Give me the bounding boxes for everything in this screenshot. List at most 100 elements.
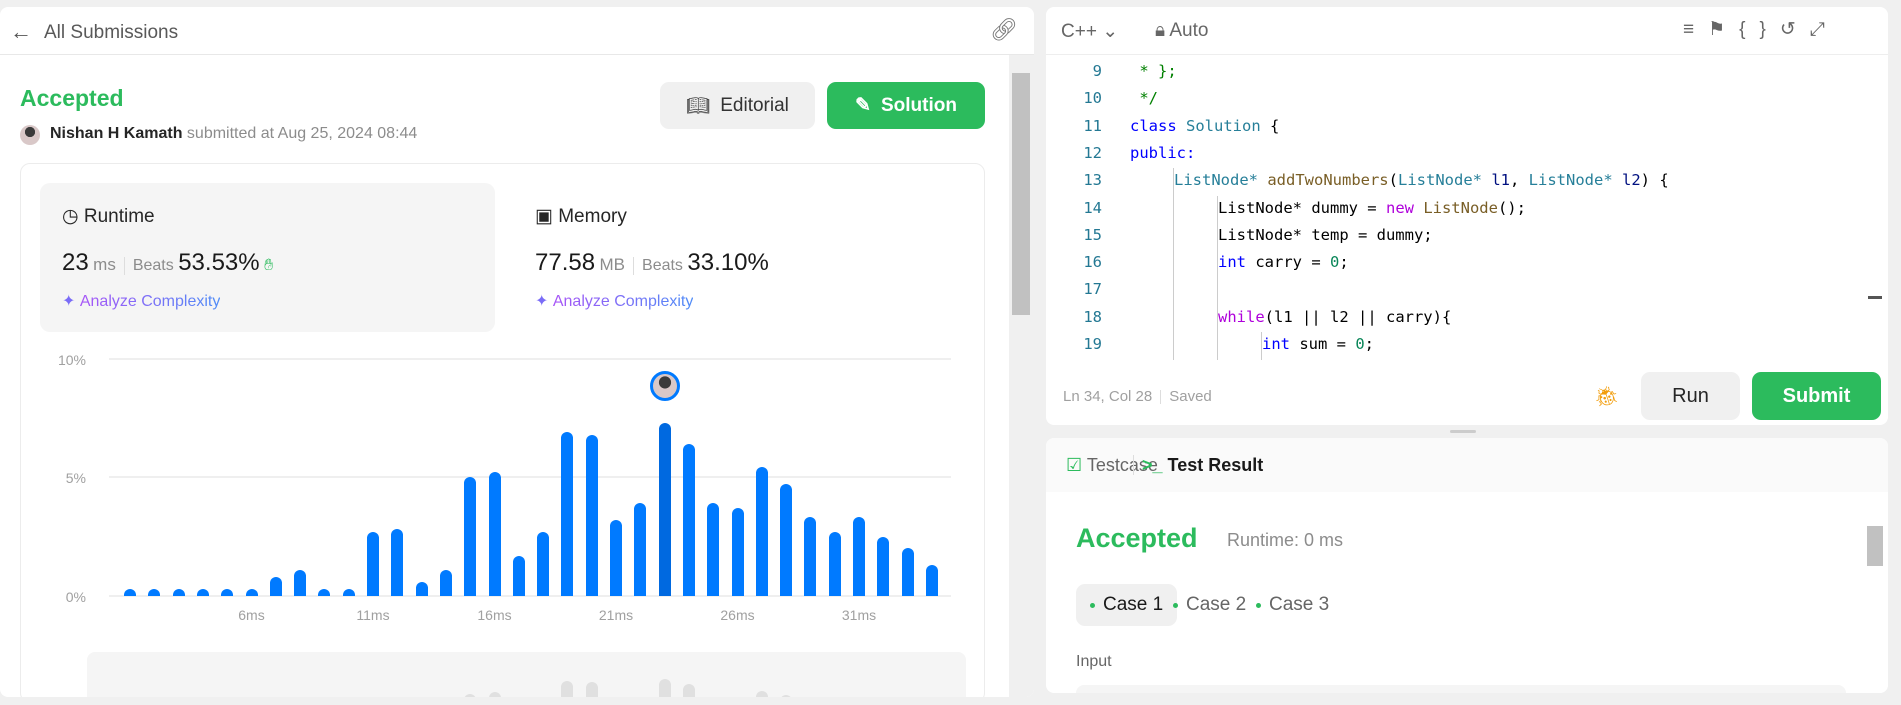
code-line[interactable]: * }; (1130, 62, 1176, 80)
chart-bar[interactable] (415, 581, 428, 596)
terminal-icon: >_ (1142, 455, 1163, 475)
run-button[interactable]: Run (1641, 372, 1740, 420)
chart-bar[interactable] (682, 443, 695, 596)
x-tick-label: 26ms (720, 607, 755, 623)
chevron-down-icon: ⌄ (1102, 21, 1119, 42)
line-number: 17 (1083, 280, 1102, 299)
chart-bar[interactable] (707, 503, 720, 596)
save-state: Saved (1169, 388, 1212, 405)
bookmark-icon[interactable]: ⚑ (1708, 19, 1739, 40)
chart-bar[interactable] (124, 588, 136, 596)
chart-bar[interactable] (488, 472, 501, 596)
chart-bar[interactable] (755, 467, 768, 596)
chart-bar[interactable] (634, 503, 647, 596)
scrollbar-thumb[interactable] (1867, 526, 1883, 566)
chart-bar[interactable] (610, 519, 622, 596)
chart-bar[interactable] (221, 588, 234, 596)
overview-bar (658, 678, 671, 697)
code-line[interactable]: ListNode* temp = dummy; (1218, 226, 1433, 244)
overview-bar (561, 681, 574, 697)
code-line[interactable]: int sum = 0; (1262, 335, 1374, 353)
line-number: 12 (1083, 143, 1102, 162)
code-line[interactable]: int carry = 0; (1218, 253, 1349, 271)
chart-bar[interactable] (561, 431, 574, 596)
chart-bar[interactable] (172, 588, 185, 596)
language-select[interactable]: C++ ⌄ (1061, 20, 1118, 43)
code-line[interactable]: ListNode* addTwoNumbers(ListNode* l1, Li… (1174, 171, 1669, 189)
editor-scroll-marker[interactable] (1868, 296, 1882, 299)
indent-guide (1217, 195, 1218, 224)
indent-guide (1173, 168, 1174, 197)
submit-button[interactable]: Submit (1752, 372, 1881, 420)
chart-bar[interactable] (658, 423, 671, 596)
overview-bar (585, 682, 598, 697)
code-line[interactable]: ListNode* dummy = new ListNode(); (1218, 199, 1526, 217)
checkbox-icon: ☑ (1066, 455, 1083, 475)
indent-guide (1217, 277, 1218, 306)
y-tick-label: 0% (65, 589, 86, 605)
chart-bar[interactable] (512, 555, 525, 596)
runtime-distribution-chart: 10% 5% 0% 6ms 11ms 16ms 21ms 26ms 31ms (0, 7, 1034, 697)
chart-range-overview[interactable] (87, 652, 966, 697)
chart-bar[interactable] (245, 588, 258, 596)
chart-bar[interactable] (901, 548, 914, 596)
indent-guide (1173, 332, 1174, 360)
chart-bar[interactable] (853, 517, 865, 596)
chart-bar[interactable] (269, 576, 282, 596)
indent-guide (1261, 332, 1262, 360)
chart-bar[interactable] (318, 588, 331, 596)
chart-bar[interactable] (828, 531, 841, 596)
code-line[interactable]: while(l1 || l2 || carry){ (1218, 308, 1451, 326)
resize-handle[interactable] (1450, 430, 1476, 433)
braces-icon[interactable]: {} (1739, 19, 1780, 40)
user-marker-avatar[interactable] (649, 371, 680, 402)
chart-bar[interactable] (294, 569, 307, 596)
format-icon[interactable]: ≡ (1683, 19, 1708, 40)
code-line[interactable]: */ (1130, 89, 1158, 107)
chart-bar[interactable] (148, 588, 161, 596)
indent-guide (1173, 277, 1174, 306)
indent-guide (1217, 304, 1218, 333)
gridline (109, 595, 951, 597)
tab-test-result[interactable]: >_ Test Result (1142, 455, 1263, 476)
editor-status: Ln 34, Col 28 Saved (1063, 388, 1212, 405)
y-tick-label: 10% (57, 352, 86, 368)
auto-mode[interactable]: 🔒︎ Auto (1155, 20, 1208, 42)
vertical-scrollbar[interactable] (1863, 492, 1888, 693)
gridline (109, 476, 951, 478)
chart-bar[interactable] (585, 435, 598, 596)
case-tab-3[interactable]: Case 3 (1242, 584, 1343, 626)
overview-bar (464, 693, 477, 697)
chart-bar[interactable] (804, 517, 817, 596)
vertical-scrollbar[interactable] (1009, 55, 1034, 697)
chart-bar[interactable] (439, 569, 452, 596)
fullscreen-icon[interactable]: ⤢ (1810, 19, 1839, 40)
cursor-position: Ln 34, Col 28 (1063, 388, 1153, 405)
chart-bar[interactable] (464, 477, 477, 596)
chart-bar[interactable] (367, 531, 379, 596)
x-tick-label: 11ms (356, 607, 390, 623)
chart-bar[interactable] (780, 484, 793, 596)
gridline (109, 358, 951, 360)
indent-guide (1173, 195, 1174, 224)
line-number: 15 (1083, 225, 1102, 244)
input-value-box[interactable] (1076, 685, 1846, 693)
submission-panel: ← All Submissions 🔗︎ Accepted Nishan H K… (0, 7, 1034, 697)
chart-bar[interactable] (342, 588, 355, 596)
editor-toolbar: ≡⚑{}↺⤢ (1683, 18, 1839, 41)
scrollbar-thumb[interactable] (1012, 73, 1030, 315)
x-tick-label: 16ms (477, 607, 512, 623)
debugger-lock-icon[interactable]: 🐞︎ (1594, 384, 1619, 409)
code-line[interactable]: public: (1130, 144, 1195, 162)
chart-bar[interactable] (877, 536, 890, 596)
chart-bar[interactable] (925, 565, 938, 596)
input-label: Input (1076, 653, 1112, 670)
chart-bar[interactable] (537, 531, 550, 596)
test-result-panel: ☑ Testcase >_ Test Result Accepted Runti… (1046, 438, 1888, 693)
reset-icon[interactable]: ↺ (1780, 19, 1810, 40)
chart-bar[interactable] (196, 588, 209, 596)
chart-bar[interactable] (731, 507, 744, 596)
code-line[interactable]: class Solution { (1130, 117, 1279, 135)
chart-bar[interactable] (391, 529, 404, 596)
x-tick-label: 6ms (238, 607, 265, 623)
